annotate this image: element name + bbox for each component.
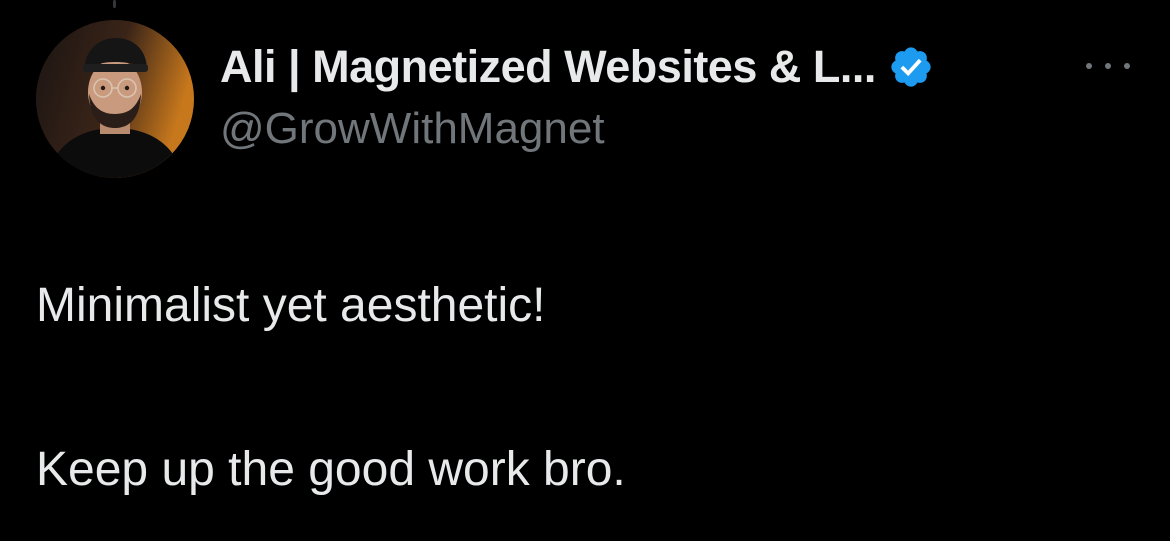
author-avatar[interactable] bbox=[36, 20, 194, 178]
more-options-ellipsis-icon[interactable] bbox=[1086, 56, 1130, 76]
avatar-photo-icon bbox=[36, 20, 194, 178]
author-name-row: Ali | Magnetized Websites & L... bbox=[220, 38, 934, 96]
verified-badge-icon bbox=[888, 44, 934, 90]
thread-connector-line bbox=[113, 0, 116, 8]
tweet-text-line: Keep up the good work bro. bbox=[36, 443, 626, 496]
author-handle[interactable]: @GrowWithMagnet bbox=[220, 104, 605, 154]
tweet-text-line: Minimalist yet aesthetic! bbox=[36, 279, 546, 332]
ellipsis-dot bbox=[1124, 63, 1130, 69]
ellipsis-dot bbox=[1086, 63, 1092, 69]
tweet-body: Minimalist yet aesthetic! Keep up the go… bbox=[36, 274, 1136, 502]
author-display-name[interactable]: Ali | Magnetized Websites & L... bbox=[220, 41, 876, 93]
ellipsis-dot bbox=[1105, 63, 1111, 69]
